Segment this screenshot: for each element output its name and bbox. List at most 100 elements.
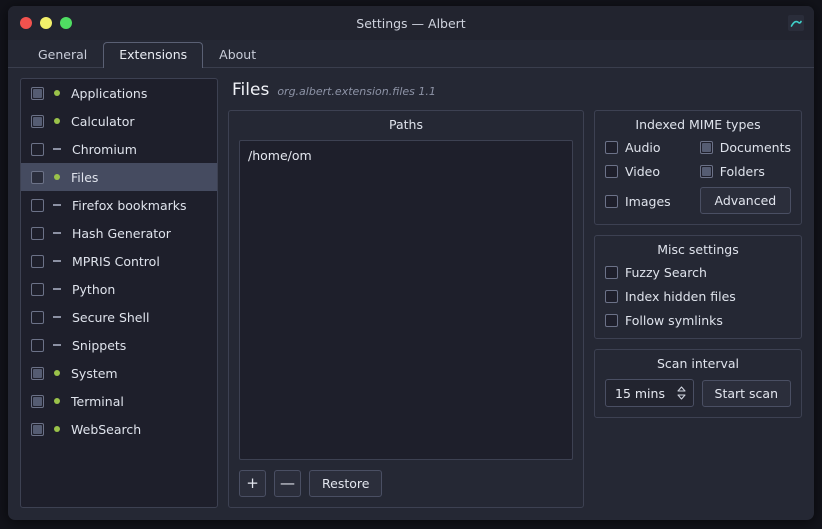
mime-options-grid: Audio Documents Video Folders Images Adv… bbox=[605, 140, 791, 214]
extension-checkbox[interactable] bbox=[31, 114, 44, 128]
extension-row-websearch[interactable]: WebSearch bbox=[21, 415, 217, 443]
close-button[interactable] bbox=[20, 17, 32, 29]
mime-option-documents[interactable]: Documents bbox=[699, 140, 791, 155]
status-dash-icon bbox=[53, 148, 61, 150]
tab-about[interactable]: About bbox=[203, 42, 272, 68]
images-label: Images bbox=[625, 193, 671, 209]
extension-checkbox[interactable] bbox=[31, 142, 44, 156]
status-dash-icon bbox=[53, 316, 61, 318]
path-list-item[interactable]: /home/om bbox=[248, 147, 564, 165]
extension-label: Firefox bookmarks bbox=[72, 197, 187, 213]
extension-checkbox[interactable] bbox=[31, 226, 44, 240]
fuzzy-search-label: Fuzzy Search bbox=[625, 265, 707, 280]
extension-label: Applications bbox=[71, 85, 148, 101]
extension-checkbox[interactable] bbox=[31, 86, 44, 100]
follow-symlinks-checkbox[interactable] bbox=[605, 314, 618, 327]
indexed-mime-types-group: Indexed MIME types Audio Documents Video… bbox=[594, 110, 802, 225]
tab-bar: General Extensions About bbox=[8, 40, 814, 68]
tab-general[interactable]: General bbox=[22, 42, 103, 68]
title-bar: Settings — Albert bbox=[8, 6, 814, 40]
add-path-button[interactable]: + bbox=[239, 470, 266, 497]
extension-label: Files bbox=[71, 169, 99, 185]
remove-path-button[interactable]: — bbox=[274, 470, 301, 497]
folders-label: Folders bbox=[719, 164, 765, 179]
misc-option-index-hidden-files[interactable]: Index hidden files bbox=[605, 289, 791, 304]
extension-label: Snippets bbox=[72, 337, 127, 353]
status-dash-icon bbox=[53, 260, 61, 262]
mime-option-folders[interactable]: Folders bbox=[699, 164, 791, 179]
extension-row-hash-generator[interactable]: Hash Generator bbox=[21, 219, 217, 247]
right-column: Indexed MIME types Audio Documents Video… bbox=[594, 110, 802, 508]
extension-label: Terminal bbox=[71, 393, 124, 409]
extension-label: Hash Generator bbox=[72, 225, 171, 241]
extension-header: Files org.albert.extension.files 1.1 bbox=[228, 78, 802, 110]
status-dash-icon bbox=[53, 288, 61, 290]
status-dot-icon bbox=[54, 426, 60, 432]
status-dash-icon bbox=[53, 204, 61, 206]
video-label: Video bbox=[625, 164, 661, 179]
extension-checkbox[interactable] bbox=[31, 198, 44, 212]
advanced-button[interactable]: Advanced bbox=[699, 187, 791, 214]
misc-option-fuzzy-search[interactable]: Fuzzy Search bbox=[605, 265, 791, 280]
scan-interval-value: 15 mins bbox=[615, 385, 665, 401]
fuzzy-search-checkbox[interactable] bbox=[605, 266, 618, 279]
maximize-button[interactable] bbox=[60, 17, 72, 29]
mime-option-audio[interactable]: Audio bbox=[605, 140, 694, 155]
video-checkbox[interactable] bbox=[605, 165, 618, 178]
status-dot-icon bbox=[54, 370, 60, 376]
page-title: Files bbox=[232, 80, 270, 100]
extension-row-applications[interactable]: Applications bbox=[21, 79, 217, 107]
status-dot-icon bbox=[54, 398, 60, 404]
extension-checkbox[interactable] bbox=[31, 338, 44, 352]
restore-paths-button[interactable]: Restore bbox=[309, 470, 383, 497]
misc-group-title: Misc settings bbox=[657, 242, 739, 257]
albert-icon bbox=[788, 15, 804, 31]
extension-row-files[interactable]: Files bbox=[21, 163, 217, 191]
extension-row-snippets[interactable]: Snippets bbox=[21, 331, 217, 359]
extension-checkbox[interactable] bbox=[31, 282, 44, 296]
window-controls bbox=[8, 17, 72, 29]
misc-option-follow-symlinks[interactable]: Follow symlinks bbox=[605, 313, 791, 328]
minimize-button[interactable] bbox=[40, 17, 52, 29]
folders-checkbox[interactable] bbox=[699, 165, 713, 178]
window-title: Settings — Albert bbox=[356, 15, 466, 31]
extension-list[interactable]: Applications Calculator Chromium Files F… bbox=[20, 78, 218, 508]
audio-label: Audio bbox=[625, 140, 661, 155]
scan-interval-stepper[interactable]: 15 mins bbox=[605, 379, 694, 407]
extension-settings-panel: Files org.albert.extension.files 1.1 Pat… bbox=[228, 78, 802, 508]
settings-window: Settings — Albert General Extensions Abo… bbox=[8, 6, 814, 520]
documents-checkbox[interactable] bbox=[699, 141, 713, 154]
extension-row-firefox-bookmarks[interactable]: Firefox bookmarks bbox=[21, 191, 217, 219]
tab-extensions[interactable]: Extensions bbox=[103, 42, 204, 68]
extension-checkbox[interactable] bbox=[31, 366, 44, 380]
follow-symlinks-label: Follow symlinks bbox=[625, 313, 723, 328]
extension-checkbox[interactable] bbox=[31, 310, 44, 324]
extension-checkbox[interactable] bbox=[31, 394, 44, 408]
extension-checkbox[interactable] bbox=[31, 422, 44, 436]
chevron-up-down-icon bbox=[676, 386, 686, 400]
mime-option-video[interactable]: Video bbox=[605, 164, 694, 179]
extension-checkbox[interactable] bbox=[31, 170, 44, 184]
index-hidden-files-checkbox[interactable] bbox=[605, 290, 618, 303]
mime-option-images[interactable]: Images bbox=[605, 194, 694, 209]
status-dot-icon bbox=[54, 118, 60, 124]
extension-label: Calculator bbox=[71, 113, 135, 129]
extension-row-mpris-control[interactable]: MPRIS Control bbox=[21, 247, 217, 275]
index-hidden-files-label: Index hidden files bbox=[625, 289, 736, 304]
start-scan-button[interactable]: Start scan bbox=[701, 379, 791, 407]
extension-row-system[interactable]: System bbox=[21, 359, 217, 387]
extension-row-chromium[interactable]: Chromium bbox=[21, 135, 217, 163]
extension-label: Python bbox=[72, 281, 116, 297]
extension-label: System bbox=[71, 365, 118, 381]
spinner-arrows-icon[interactable] bbox=[676, 385, 687, 401]
images-checkbox[interactable] bbox=[605, 194, 618, 208]
extension-row-secure-shell[interactable]: Secure Shell bbox=[21, 303, 217, 331]
extension-row-calculator[interactable]: Calculator bbox=[21, 107, 217, 135]
status-dot-icon bbox=[54, 90, 60, 96]
extension-row-python[interactable]: Python bbox=[21, 275, 217, 303]
extension-row-terminal[interactable]: Terminal bbox=[21, 387, 217, 415]
extension-checkbox[interactable] bbox=[31, 254, 44, 268]
paths-list[interactable]: /home/om bbox=[239, 140, 573, 460]
audio-checkbox[interactable] bbox=[605, 141, 618, 154]
paths-toolbar: + — Restore bbox=[239, 460, 573, 497]
